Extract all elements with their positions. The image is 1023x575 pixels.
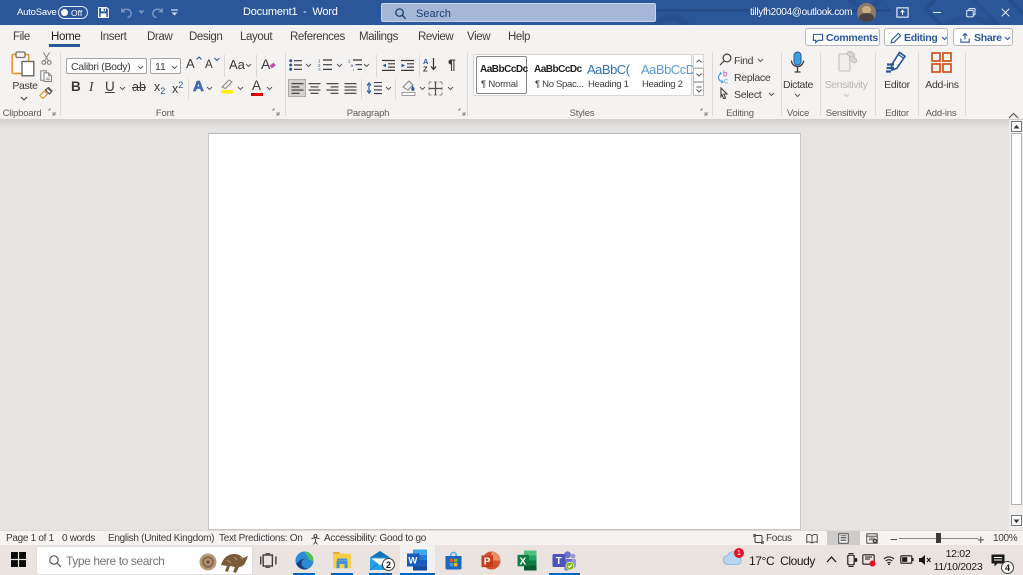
svg-text:i: i [353, 67, 354, 71]
svg-text:A: A [186, 56, 195, 70]
svg-text:P: P [484, 557, 491, 568]
svg-text:Z: Z [423, 65, 428, 73]
svg-text:c: c [724, 77, 728, 85]
svg-text:T: T [556, 556, 562, 567]
svg-text:3: 3 [318, 67, 321, 71]
svg-text:W: W [408, 556, 417, 567]
svg-text:X: X [520, 556, 527, 567]
svg-text:A: A [205, 59, 213, 70]
